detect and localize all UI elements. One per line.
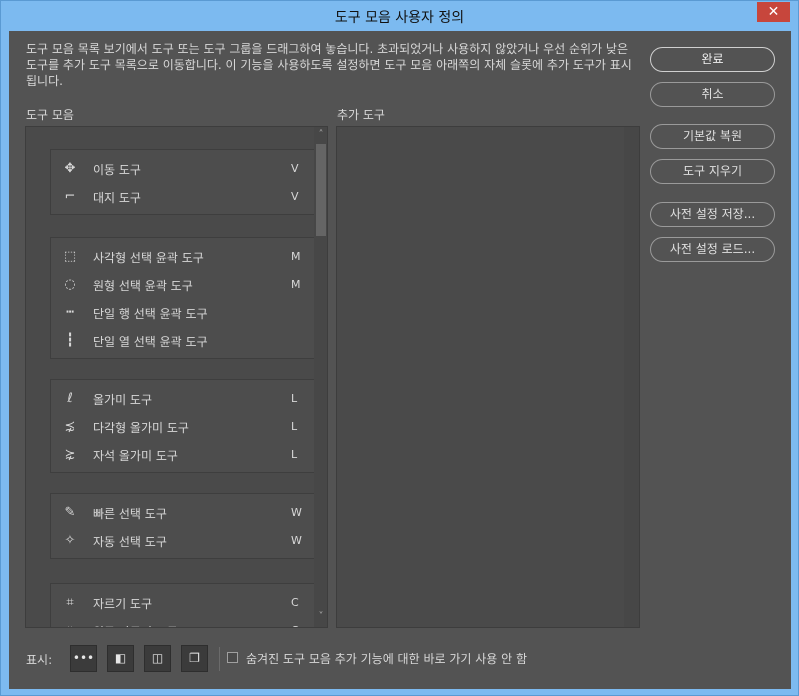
ok-button[interactable]: 완료 — [650, 47, 775, 72]
perspective-crop-icon: ⌗ — [61, 623, 79, 627]
tool-shortcut: L — [291, 392, 298, 405]
disable-shortcuts-checkbox[interactable] — [227, 652, 238, 663]
dialog-title: 도구 모음 사용자 정의 — [334, 10, 465, 26]
show-label: 표시: — [26, 653, 53, 667]
tool-shortcut: W — [291, 534, 302, 547]
load-preset-button[interactable]: 사전 설정 로드... — [650, 237, 775, 262]
tool-name: 원근 자르기 도구 — [93, 623, 178, 627]
tool-item[interactable]: ✎ 빠른 선택 도구 W — [51, 499, 314, 527]
single-column-marquee-icon: ┇ — [66, 333, 74, 348]
tool-name: 자동 선택 도구 — [93, 535, 167, 549]
scroll-up-arrow[interactable]: ˄ — [314, 129, 327, 140]
tool-shortcut: L — [291, 420, 298, 433]
tool-item[interactable]: ✥ 이동 도구 V — [51, 155, 314, 183]
tool-group[interactable]: ✥ 이동 도구 V ⌐ 대지 도구 V — [50, 149, 315, 215]
toolbar-list-panel[interactable]: ✥ 이동 도구 V ⌐ 대지 도구 V ⬚ 사각형 선택 윤곽 도구 M ◌ 원형 선택 윤곽 도구… — [25, 126, 328, 628]
tool-name: 이동 도구 — [93, 163, 141, 177]
dialog-window: 도구 모음 사용자 정의 ✕ 도구 모음 목록 보기에서 도구 또는 도구 그룹… — [0, 0, 799, 696]
title-bar[interactable]: 도구 모음 사용자 정의 ✕ — [1, 1, 798, 30]
tool-name: 사각형 선택 윤곽 도구 — [93, 251, 204, 265]
restore-defaults-button[interactable]: 기본값 복원 — [650, 124, 775, 149]
rect-marquee-icon: ⬚ — [63, 249, 77, 264]
move-icon: ✥ — [64, 161, 76, 176]
tool-name: 자석 올가미 도구 — [93, 449, 178, 463]
more-icon[interactable]: ••• — [70, 645, 97, 672]
save-preset-button[interactable]: 사전 설정 저장... — [650, 202, 775, 227]
cancel-button[interactable]: 취소 — [650, 82, 775, 107]
toolbar-list-scrollbar[interactable]: ˄ ˅ — [314, 127, 327, 627]
disable-shortcuts-label[interactable]: 숨겨진 도구 모음 추가 기능에 대한 바로 가기 사용 안 함 — [246, 650, 527, 667]
tool-shortcut: C — [291, 624, 299, 627]
tool-item[interactable]: ℓ 올가미 도구 L — [51, 385, 314, 413]
scroll-down-arrow[interactable]: ˅ — [314, 611, 327, 622]
toolbar-list-label: 도구 모음 — [26, 108, 74, 122]
quick-selection-icon: ✎ — [64, 505, 76, 520]
tool-item[interactable]: ⌗ 자르기 도구 C — [51, 589, 314, 617]
tool-shortcut: V — [291, 162, 299, 175]
polygonal-lasso-icon: ⋨ — [64, 419, 76, 434]
extra-tools-scrollbar — [624, 127, 639, 627]
magic-wand-icon: ✧ — [64, 533, 76, 548]
extra-tools-panel[interactable] — [336, 126, 640, 628]
crop-icon: ⌗ — [66, 595, 74, 610]
tool-name: 단일 열 선택 윤곽 도구 — [93, 335, 208, 349]
single-row-marquee-icon: ┅ — [66, 305, 74, 320]
tool-item[interactable]: ┇ 단일 열 선택 윤곽 도구 — [51, 327, 314, 355]
tool-name: 다각형 올가미 도구 — [93, 421, 189, 435]
tool-name: 원형 선택 윤곽 도구 — [93, 279, 193, 293]
tool-shortcut: V — [291, 190, 299, 203]
tool-name: 대지 도구 — [93, 191, 141, 205]
tool-shortcut: M — [291, 250, 301, 263]
close-button[interactable]: ✕ — [757, 2, 790, 22]
instructions-text: 도구 모음 목록 보기에서 도구 또는 도구 그룹을 드래그하여 놓습니다. 초… — [26, 42, 632, 88]
tool-name: 자르기 도구 — [93, 597, 153, 611]
tool-item[interactable]: ⬚ 사각형 선택 윤곽 도구 M — [51, 243, 314, 271]
clear-tools-button[interactable]: 도구 지우기 — [650, 159, 775, 184]
lasso-icon: ℓ — [67, 391, 73, 406]
ellipse-marquee-icon: ◌ — [64, 277, 76, 292]
foreground-background-icon[interactable]: ◧ — [107, 645, 134, 672]
tool-name: 올가미 도구 — [93, 393, 153, 407]
tool-group[interactable]: ⬚ 사각형 선택 윤곽 도구 M ◌ 원형 선택 윤곽 도구 M ┅ 단일 행 선택 윤곽 도… — [50, 237, 315, 359]
tool-shortcut: W — [291, 506, 302, 519]
screen-mode-icon[interactable]: ❐ — [181, 645, 208, 672]
tool-shortcut: M — [291, 278, 301, 291]
tool-item[interactable]: ✧ 자동 선택 도구 W — [51, 527, 314, 555]
tool-shortcut: C — [291, 596, 299, 609]
tool-item[interactable]: ⌐ 대지 도구 V — [51, 183, 314, 211]
tool-item[interactable]: ⌗ 원근 자르기 도구 C — [51, 617, 314, 627]
magnetic-lasso-icon: ⋩ — [64, 447, 76, 462]
tool-item[interactable]: ┅ 단일 행 선택 윤곽 도구 — [51, 299, 314, 327]
extra-tools-label: 추가 도구 — [337, 108, 385, 122]
tool-group[interactable]: ⌗ 자르기 도구 C ⌗ 원근 자르기 도구 C — [50, 583, 315, 627]
tool-item[interactable]: ⋩ 자석 올가미 도구 L — [51, 441, 314, 469]
tool-group[interactable]: ✎ 빠른 선택 도구 W ✧ 자동 선택 도구 W — [50, 493, 315, 559]
scroll-thumb[interactable] — [316, 144, 326, 236]
tool-item[interactable]: ⋨ 다각형 올가미 도구 L — [51, 413, 314, 441]
tool-name: 단일 행 선택 윤곽 도구 — [93, 307, 208, 321]
divider — [219, 647, 220, 671]
artboard-icon: ⌐ — [64, 189, 76, 204]
tool-shortcut: L — [291, 448, 298, 461]
dialog-body: 도구 모음 목록 보기에서 도구 또는 도구 그룹을 드래그하여 놓습니다. 초… — [9, 31, 791, 689]
tool-name: 빠른 선택 도구 — [93, 507, 167, 521]
tool-item[interactable]: ◌ 원형 선택 윤곽 도구 M — [51, 271, 314, 299]
quick-mask-icon[interactable]: ◫ — [144, 645, 171, 672]
tool-group[interactable]: ℓ 올가미 도구 L ⋨ 다각형 올가미 도구 L ⋩ 자석 올가미 도구 L — [50, 379, 315, 473]
